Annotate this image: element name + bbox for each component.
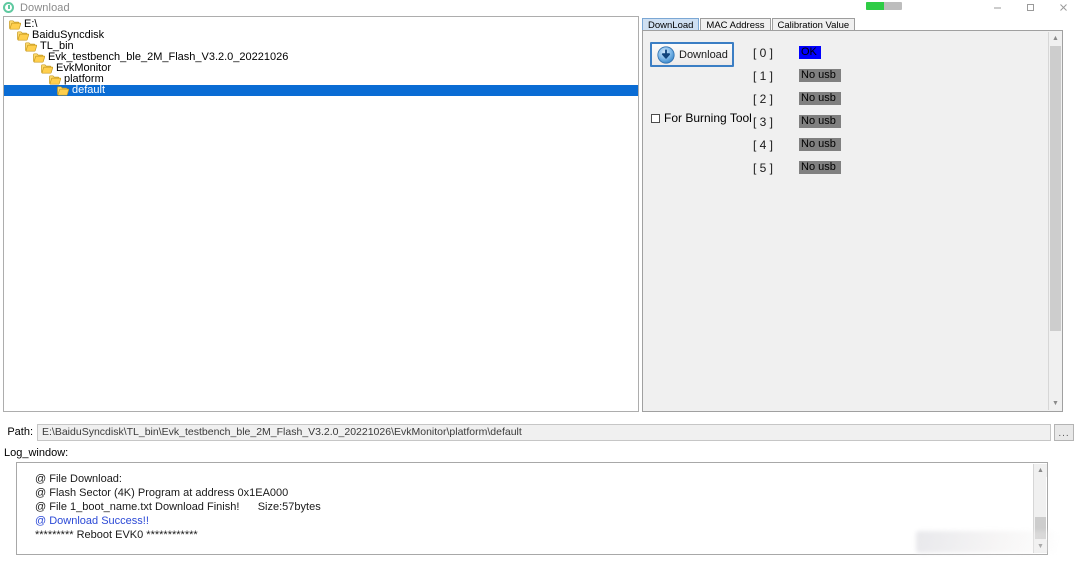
log-line: @ File 1_boot_name.txt Download Finish! …	[35, 501, 321, 513]
tab-panel-scrollbar[interactable]: ▲ ▼	[1048, 32, 1062, 410]
title-bar: Download	[0, 0, 1080, 15]
device-slot-row: [ 5 ] No usb	[753, 156, 953, 179]
folder-icon	[57, 85, 69, 96]
for-burning-tool-label: For Burning Tool	[664, 111, 752, 125]
download-tab-content: Download For Burning Tool [ 0 ] OK [ 1 ] No…	[643, 31, 1048, 411]
maximize-icon[interactable]	[1014, 0, 1047, 15]
device-slot-index: [ 0 ]	[753, 45, 774, 60]
device-slot-status: No usb	[799, 161, 841, 174]
device-slot-status: No usb	[799, 92, 841, 105]
app-icon	[3, 2, 14, 13]
device-slot-status: No usb	[799, 115, 841, 128]
folder-icon	[9, 19, 21, 30]
log-scroll-up-icon[interactable]: ▲	[1034, 464, 1047, 477]
scroll-up-icon[interactable]: ▲	[1049, 32, 1062, 45]
device-slot-row: [ 0 ] OK	[753, 41, 953, 64]
device-slot-index: [ 4 ]	[753, 137, 774, 152]
device-slot-row: [ 1 ] No usb	[753, 64, 953, 87]
directory-tree[interactable]: E:\ BaiduSyncdisk TL_bin Evk_testbench_ble_…	[3, 16, 639, 412]
window-bottom-edge	[0, 560, 1080, 569]
path-input[interactable]: E:\BaiduSyncdisk\TL_bin\Evk_testbench_bl…	[37, 423, 1051, 441]
path-row: Path: E:\BaiduSyncdisk\TL_bin\Evk_testbe…	[0, 422, 1080, 442]
scroll-down-icon[interactable]: ▼	[1049, 397, 1062, 410]
device-slot-row: [ 4 ] No usb	[753, 133, 953, 156]
window-controls	[981, 0, 1080, 15]
device-slot-row: [ 3 ] No usb	[753, 110, 953, 133]
log-line: @ File Download:	[35, 473, 122, 485]
folder-icon	[33, 52, 45, 63]
device-slot-status: No usb	[799, 138, 841, 151]
for-burning-tool-checkbox[interactable]	[651, 113, 660, 123]
download-button-label: Download	[679, 48, 728, 61]
device-slot-status: No usb	[799, 69, 841, 82]
folder-icon	[25, 41, 37, 52]
device-slot-index: [ 5 ]	[753, 160, 774, 175]
log-line: ********* Reboot EVK0 ************	[35, 529, 198, 541]
device-slot-status: OK	[799, 46, 821, 59]
tree-item[interactable]: default	[4, 85, 638, 96]
log-line: @ Download Success!!	[35, 515, 149, 527]
download-tab-panel: Download For Burning Tool [ 0 ] OK [ 1 ] No…	[642, 30, 1063, 412]
download-arrow-icon	[657, 45, 675, 64]
log-scroll-down-icon[interactable]: ▼	[1034, 540, 1047, 553]
log-lines: @ File Download: @ Flash Sector (4K) Prog…	[17, 463, 1033, 554]
folder-icon	[49, 74, 61, 85]
device-slot-index: [ 3 ]	[753, 114, 774, 129]
path-label: Path:	[7, 426, 33, 438]
title-progress-bar	[866, 2, 902, 10]
scrollbar-thumb[interactable]	[1050, 46, 1061, 331]
for-burning-tool-checkbox-row[interactable]: For Burning Tool	[651, 111, 752, 125]
tab-bar[interactable]: DownLoad MAC Address Calibration Value	[642, 17, 1063, 31]
log-scrollbar-thumb[interactable]	[1035, 517, 1046, 539]
browse-button[interactable]: ...	[1054, 423, 1074, 441]
device-slot-list: [ 0 ] OK [ 1 ] No usb [ 2 ] No usb [ 3 ] No usb…	[753, 41, 953, 179]
log-scrollbar[interactable]: ▲ ▼	[1033, 464, 1047, 553]
title-progress-fill	[866, 2, 884, 10]
device-slot-index: [ 2 ]	[753, 91, 774, 106]
window-title: Download	[20, 1, 70, 14]
log-line: @ Flash Sector (4K) Program at address 0…	[35, 487, 289, 499]
folder-icon	[17, 30, 29, 41]
log-window-label: Log_window:	[4, 447, 69, 459]
tree-item[interactable]: BaiduSyncdisk	[4, 30, 638, 41]
log-window[interactable]: @ File Download: @ Flash Sector (4K) Prog…	[16, 462, 1048, 555]
tree-item-label: default	[72, 84, 106, 96]
device-slot-row: [ 2 ] No usb	[753, 87, 953, 110]
minimize-icon[interactable]	[981, 0, 1014, 15]
device-slot-index: [ 1 ]	[753, 68, 774, 83]
folder-icon	[41, 63, 53, 74]
close-icon[interactable]	[1047, 0, 1080, 15]
download-button[interactable]: Download	[650, 42, 734, 67]
